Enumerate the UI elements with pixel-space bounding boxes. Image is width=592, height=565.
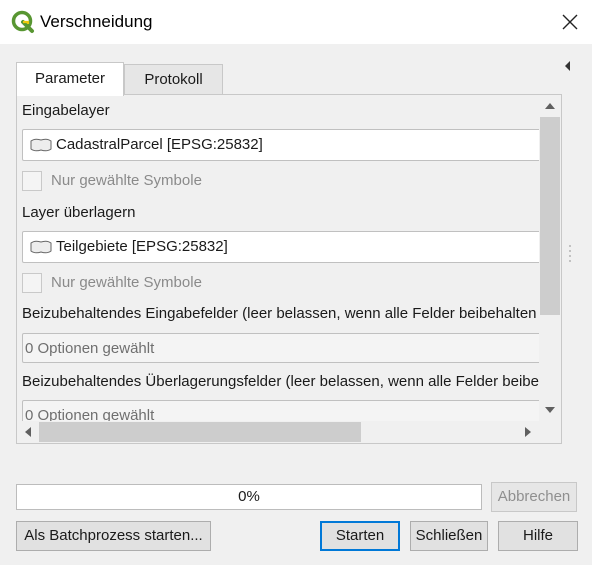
tab-parameter[interactable]: Parameter — [16, 62, 124, 96]
overlay-layer-value: Teilgebiete [EPSG:25832] — [56, 238, 228, 255]
title-bar: Verschneidung — [0, 0, 592, 44]
input-layer-label: Eingabelayer — [22, 102, 110, 119]
help-button[interactable]: Hilfe — [498, 521, 578, 551]
collapse-arrow-icon[interactable] — [564, 61, 572, 71]
batch-process-button[interactable]: Als Batchprozess starten... — [16, 521, 211, 551]
input-layer-value: CadastralParcel [EPSG:25832] — [56, 136, 263, 153]
close-button[interactable]: Schließen — [410, 521, 488, 551]
parameter-scroll-area: Eingabelayer CadastralParcel [EPSG:25832… — [17, 95, 539, 421]
cancel-button[interactable]: Abbrechen — [491, 482, 577, 512]
input-fields-value: 0 Optionen gewählt — [25, 340, 155, 357]
overlay-fields-label: Beizubehaltendes Überlagerungsfelder (le… — [22, 373, 539, 390]
vertical-scrollbar[interactable] — [539, 95, 561, 421]
qgis-logo-icon — [11, 10, 34, 33]
overlay-layer-label: Layer überlagern — [22, 204, 136, 221]
scroll-down-icon[interactable] — [542, 402, 558, 418]
input-selected-only-checkbox[interactable] — [22, 171, 42, 191]
scroll-left-icon[interactable] — [20, 424, 36, 440]
run-button[interactable]: Starten — [320, 521, 400, 551]
polygon-layer-icon — [30, 138, 52, 152]
vertical-scrollbar-thumb[interactable] — [540, 117, 560, 315]
tab-parameter-label: Parameter — [34, 70, 106, 87]
polygon-layer-icon — [30, 240, 52, 254]
tab-protokoll-label: Protokoll — [144, 71, 203, 88]
overlay-fields-value: 0 Optionen gewählt — [25, 407, 155, 421]
parameter-panel: Eingabelayer CadastralParcel [EPSG:25832… — [16, 94, 562, 444]
splitter-handle-icon[interactable] — [569, 244, 571, 262]
input-fields-selector[interactable]: 0 Optionen gewählt — [22, 333, 539, 363]
overlay-selected-only-checkbox[interactable] — [22, 273, 42, 293]
scroll-right-icon[interactable] — [520, 424, 536, 440]
scrollbar-corner — [539, 421, 561, 443]
overlay-fields-selector[interactable]: 0 Optionen gewählt — [22, 400, 539, 421]
scroll-up-icon[interactable] — [542, 98, 558, 114]
input-selected-only-label: Nur gewählte Symbole — [51, 172, 202, 189]
horizontal-scrollbar-thumb[interactable] — [39, 422, 361, 442]
overlay-layer-combo[interactable]: Teilgebiete [EPSG:25832] — [22, 231, 539, 263]
tab-protokoll[interactable]: Protokoll — [124, 64, 223, 94]
close-icon[interactable] — [556, 8, 584, 36]
horizontal-scrollbar[interactable] — [17, 421, 539, 443]
overlay-selected-only-label: Nur gewählte Symbole — [51, 274, 202, 291]
window-title: Verschneidung — [40, 12, 153, 31]
progress-bar: 0% — [16, 484, 482, 510]
input-layer-combo[interactable]: CadastralParcel [EPSG:25832] — [22, 129, 539, 161]
input-fields-label: Beizubehaltendes Eingabefelder (leer bel… — [22, 305, 539, 322]
progress-text: 0% — [238, 488, 260, 505]
